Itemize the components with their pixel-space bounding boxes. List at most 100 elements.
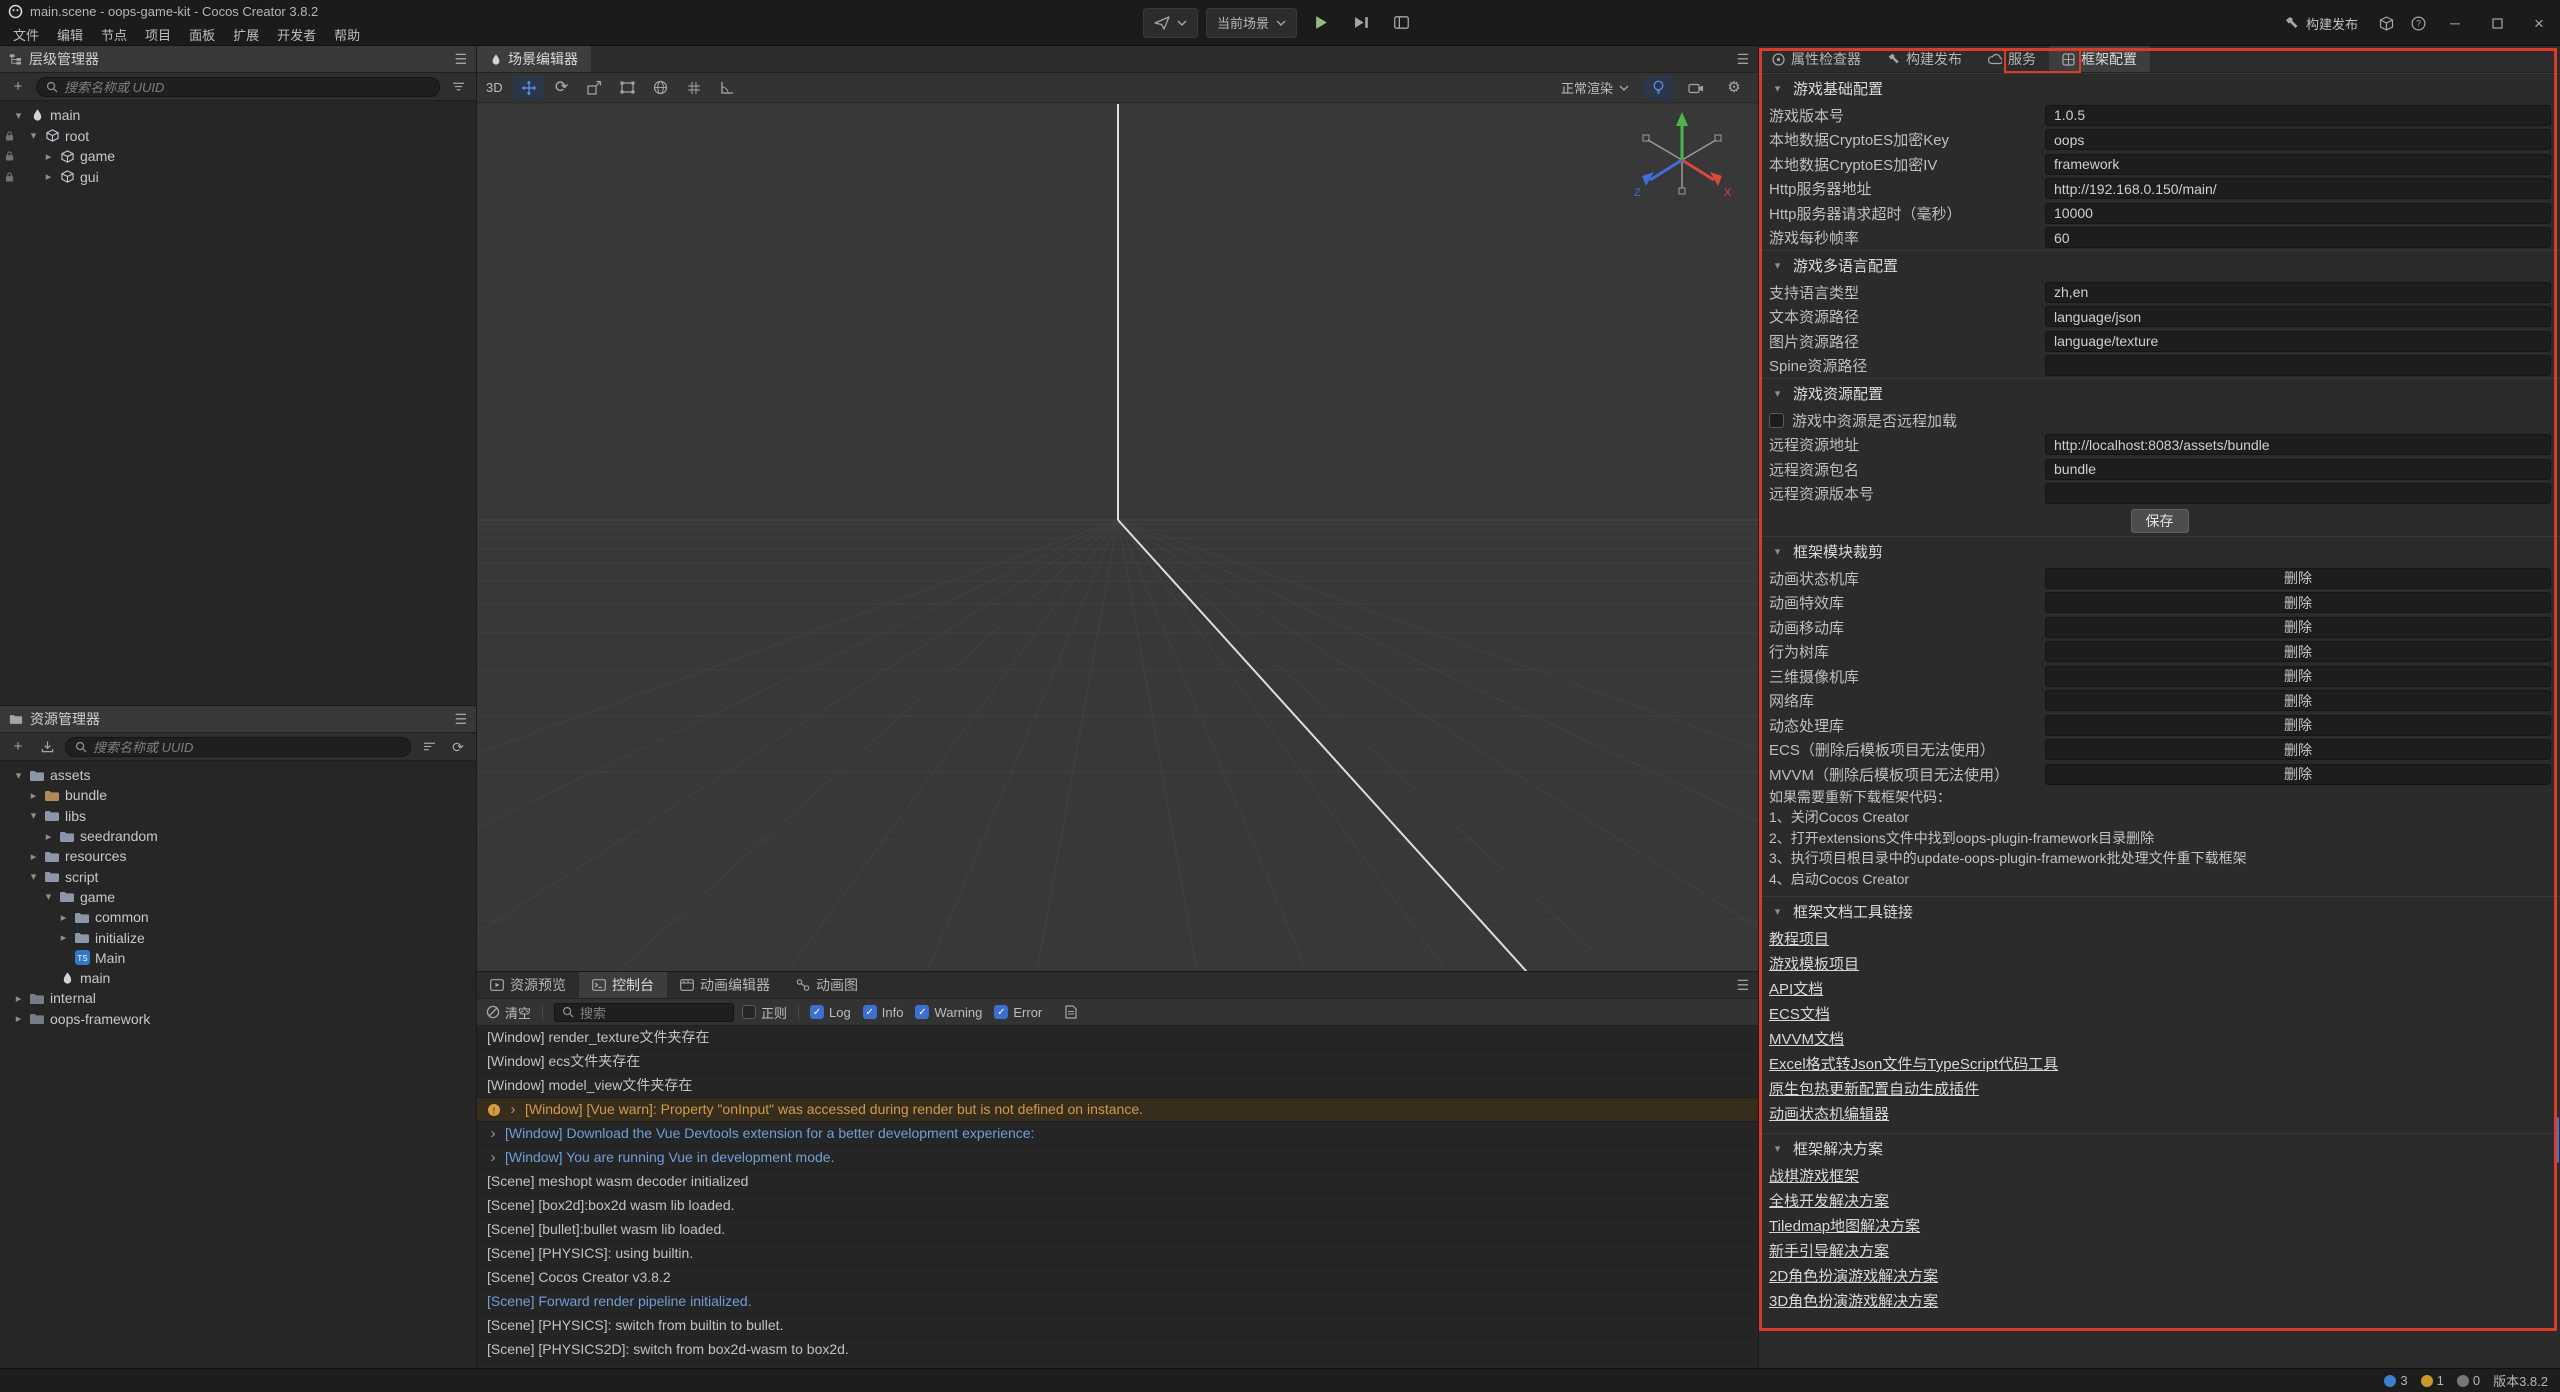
- section-header[interactable]: ▾游戏基础配置: [1759, 73, 2560, 103]
- doc-link[interactable]: 动画状态机编辑器: [1769, 1103, 1889, 1124]
- asset-row-Main[interactable]: TSMain: [0, 948, 476, 968]
- prop-input[interactable]: http://192.168.0.150/main/: [2045, 178, 2551, 199]
- asset-row-libs[interactable]: ▾libs: [0, 806, 476, 826]
- delete-button[interactable]: 删除: [2045, 715, 2551, 736]
- tab-terminal[interactable]: 控制台: [579, 972, 667, 998]
- clear-console-button[interactable]: 清空: [486, 1003, 531, 1022]
- doc-link[interactable]: 2D角色扮演游戏解决方案: [1769, 1265, 1938, 1286]
- prop-input[interactable]: bundle: [2045, 459, 2551, 480]
- chevron-down-icon[interactable]: ▾: [25, 809, 42, 822]
- tab-anim-editor[interactable]: 动画编辑器: [667, 972, 783, 998]
- tab-anim-graph[interactable]: 动画图: [783, 972, 871, 998]
- tab-inspector[interactable]: 属性检查器: [1759, 46, 1874, 72]
- chevron-right-icon[interactable]: ▸: [10, 992, 27, 1005]
- chevron-right-icon[interactable]: ▸: [40, 170, 57, 183]
- axis-gizmo[interactable]: X Z: [1632, 108, 1732, 208]
- doc-link[interactable]: 全栈开发解决方案: [1769, 1190, 1889, 1211]
- menu-icon[interactable]: ☰: [1736, 972, 1749, 998]
- move-tool-button[interactable]: [514, 76, 544, 100]
- package-button[interactable]: [2370, 8, 2402, 38]
- doc-link[interactable]: API文档: [1769, 978, 1823, 999]
- doc-link[interactable]: 3D角色扮演游戏解决方案: [1769, 1290, 1938, 1311]
- prop-input[interactable]: framework: [2045, 154, 2551, 175]
- menu-item-0[interactable]: 文件: [4, 23, 48, 46]
- rotate-tool-button[interactable]: ⟳: [547, 76, 577, 100]
- lock-icon[interactable]: [5, 151, 14, 162]
- refresh-button[interactable]: ⟳: [447, 737, 469, 757]
- grid-snap-button[interactable]: [679, 76, 709, 100]
- section-header[interactable]: ▾框架文档工具链接: [1759, 896, 2560, 926]
- tab-scene-editor[interactable]: 场景编辑器: [477, 46, 591, 72]
- chevron-down-icon[interactable]: ▾: [10, 769, 27, 782]
- doc-link[interactable]: 原生包热更新配置自动生成插件: [1769, 1078, 1979, 1099]
- layout-button[interactable]: [1385, 8, 1417, 38]
- chevron-down-icon[interactable]: ▾: [40, 890, 57, 903]
- chevron-down-icon[interactable]: ▾: [25, 870, 42, 883]
- menu-item-7[interactable]: 帮助: [325, 23, 369, 46]
- scrollbar-thumb[interactable]: [2554, 1117, 2559, 1163]
- doc-link[interactable]: ECS文档: [1769, 1003, 1830, 1024]
- console-filter-log[interactable]: ✓Log: [810, 1005, 851, 1020]
- delete-button[interactable]: 删除: [2045, 690, 2551, 711]
- build-publish-button[interactable]: 构建发布: [2272, 0, 2370, 46]
- maximize-button[interactable]: [2476, 0, 2518, 46]
- help-button[interactable]: ?: [2402, 8, 2434, 38]
- asset-row-main[interactable]: main: [0, 968, 476, 988]
- render-mode-dropdown[interactable]: 正常渲染: [1555, 78, 1635, 97]
- prop-input[interactable]: zh,en: [2045, 282, 2551, 303]
- hierarchy-row-gui[interactable]: ▸gui: [0, 167, 476, 188]
- delete-button[interactable]: 删除: [2045, 568, 2551, 589]
- scale-tool-button[interactable]: [580, 76, 610, 100]
- delete-button[interactable]: 删除: [2045, 592, 2551, 613]
- prop-input[interactable]: http://localhost:8083/assets/bundle: [2045, 434, 2551, 455]
- console-filter-warning[interactable]: ✓Warning: [915, 1005, 982, 1020]
- menu-item-4[interactable]: 面板: [180, 23, 224, 46]
- prop-input[interactable]: [2045, 355, 2551, 376]
- lighting-toggle-button[interactable]: [1643, 76, 1673, 100]
- chevron-down-icon[interactable]: ▾: [10, 109, 27, 122]
- scene-select-dropdown[interactable]: 当前场景: [1206, 8, 1297, 38]
- prop-input[interactable]: [2045, 483, 2551, 504]
- doc-link[interactable]: 战棋游戏框架: [1769, 1165, 1859, 1186]
- hierarchy-row-main[interactable]: ▾main: [0, 105, 476, 126]
- asset-row-oops-framework[interactable]: ▸oops-framework: [0, 1009, 476, 1029]
- scene-viewport[interactable]: X Z: [477, 104, 1758, 971]
- delete-button[interactable]: 删除: [2045, 666, 2551, 687]
- status-count-2[interactable]: 0: [2457, 1373, 2480, 1388]
- chevron-right-icon[interactable]: ▸: [10, 1012, 27, 1025]
- asset-row-seedrandom[interactable]: ▸seedrandom: [0, 826, 476, 846]
- expand-icon[interactable]: ›: [487, 1122, 499, 1145]
- doc-link[interactable]: 新手引导解决方案: [1769, 1240, 1889, 1261]
- asset-row-internal[interactable]: ▸internal: [0, 988, 476, 1008]
- menu-item-3[interactable]: 项目: [136, 23, 180, 46]
- delete-button[interactable]: 删除: [2045, 617, 2551, 638]
- log-row-10[interactable]: [Scene] Cocos Creator v3.8.2: [477, 1266, 1758, 1290]
- menu-item-2[interactable]: 节点: [92, 23, 136, 46]
- minimize-button[interactable]: ─: [2434, 0, 2476, 46]
- hierarchy-row-game[interactable]: ▸game: [0, 146, 476, 167]
- menu-icon[interactable]: ☰: [1736, 46, 1749, 72]
- doc-link[interactable]: Tiledmap地图解决方案: [1769, 1215, 1920, 1236]
- lock-icon[interactable]: [5, 171, 14, 182]
- log-row-9[interactable]: [Scene] [PHYSICS]: using builtin.: [477, 1242, 1758, 1266]
- chevron-right-icon[interactable]: ▸: [40, 830, 57, 843]
- doc-link[interactable]: 教程项目: [1769, 928, 1829, 949]
- assets-search-input[interactable]: 搜索名称或 UUID: [65, 737, 411, 757]
- tab-service[interactable]: 服务: [1975, 46, 2049, 72]
- section-header[interactable]: ▾框架解决方案: [1759, 1133, 2560, 1163]
- prop-input[interactable]: language/json: [2045, 306, 2551, 327]
- add-node-button[interactable]: +: [7, 77, 29, 97]
- prop-input[interactable]: language/texture: [2045, 331, 2551, 352]
- chevron-right-icon[interactable]: ▸: [25, 789, 42, 802]
- chevron-down-icon[interactable]: ▾: [25, 129, 42, 142]
- log-row-3[interactable]: !›[Window] [Vue warn]: Property "onInput…: [477, 1098, 1758, 1122]
- asset-row-assets[interactable]: ▾assets: [0, 765, 476, 785]
- prop-input[interactable]: 10000: [2045, 203, 2551, 224]
- section-header[interactable]: ▾游戏多语言配置: [1759, 250, 2560, 280]
- chevron-right-icon[interactable]: ▸: [55, 931, 72, 944]
- add-asset-button[interactable]: +: [7, 737, 29, 757]
- log-row-0[interactable]: [Window] render_texture文件夹存在: [477, 1026, 1758, 1050]
- section-header[interactable]: ▾框架模块裁剪: [1759, 536, 2560, 566]
- hierarchy-search-input[interactable]: 搜索名称或 UUID: [36, 77, 440, 97]
- tab-framework[interactable]: 框架配置: [2049, 46, 2150, 72]
